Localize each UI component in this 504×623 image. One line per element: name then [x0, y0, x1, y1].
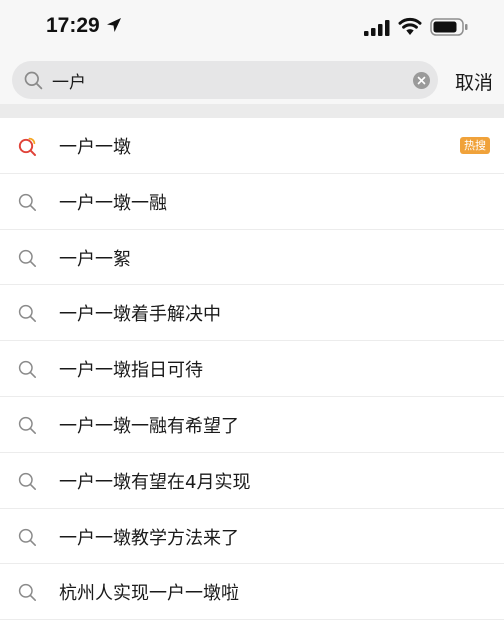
- suggestion-item[interactable]: 一户一墩有望在4月实现: [0, 453, 504, 509]
- suggestion-list: 一户一墩 热搜 一户一墩一融 一户一絮 一户一墩着手解决中 一户一墩指日可待 一…: [0, 118, 504, 621]
- search-icon: [18, 249, 37, 272]
- suggestion-item[interactable]: 一户一墩一融: [0, 174, 504, 230]
- suggestion-item[interactable]: 杭州人实现一户一墩啦: [0, 564, 504, 621]
- search-icon: [18, 583, 37, 606]
- search-icon: [18, 360, 37, 383]
- search-input[interactable]: [52, 61, 412, 99]
- suggestion-text: 一户一墩教学方法来了: [59, 527, 239, 549]
- hot-badge: 热搜: [460, 137, 490, 154]
- suggestion-text: 一户一墩指日可待: [59, 360, 203, 382]
- wifi-icon: [398, 17, 422, 39]
- search-icon: [18, 193, 37, 216]
- suggestion-text: 杭州人实现一户一墩啦: [59, 583, 239, 605]
- suggestion-text: 一户一墩有望在4月实现: [59, 471, 251, 493]
- suggestion-text: 一户一墩一融: [59, 192, 167, 214]
- search-box[interactable]: [12, 61, 438, 99]
- suggestion-item[interactable]: 一户一墩教学方法来了: [0, 509, 504, 565]
- cancel-button[interactable]: 取消: [455, 68, 493, 95]
- suggestion-item[interactable]: 一户一絮: [0, 230, 504, 286]
- suggestion-item[interactable]: 一户一墩指日可待: [0, 341, 504, 397]
- battery-icon: [430, 18, 468, 40]
- status-bar: 17:29: [0, 0, 504, 56]
- cellular-signal-icon: [364, 20, 390, 40]
- suggestion-text: 一户一絮: [59, 248, 131, 270]
- suggestion-item[interactable]: 一户一墩着手解决中: [0, 285, 504, 342]
- suggestion-text: 一户一墩: [59, 137, 131, 158]
- suggestion-text: 一户一墩一融有希望了: [59, 415, 239, 437]
- search-header: 取消: [0, 56, 504, 104]
- search-icon: [18, 472, 37, 495]
- suggestion-item[interactable]: 一户一墩 热搜: [0, 118, 504, 174]
- clear-icon[interactable]: [413, 72, 430, 89]
- search-icon: [24, 71, 43, 94]
- divider-band: [0, 104, 504, 118]
- location-arrow-icon: [106, 17, 122, 37]
- search-icon: [18, 304, 37, 327]
- hot-search-icon: [18, 137, 38, 161]
- suggestion-text: 一户一墩着手解决中: [59, 304, 221, 326]
- search-icon: [18, 416, 37, 439]
- search-icon: [18, 528, 37, 551]
- suggestion-item[interactable]: 一户一墩一融有希望了: [0, 397, 504, 453]
- status-time: 17:29: [46, 14, 100, 37]
